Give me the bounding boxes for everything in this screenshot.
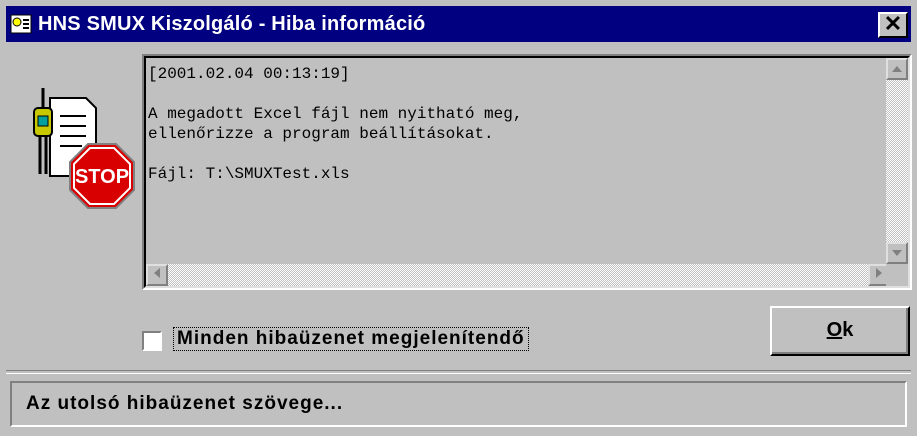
show-all-errors-label[interactable]: Minden hibaüzenet megjelenítendő — [173, 327, 529, 351]
status-bar: Az utolsó hibaüzenet szövege... — [10, 381, 907, 427]
message-line: [2001.02.04 00:13:19] — [148, 65, 350, 83]
arrow-right-icon — [876, 268, 882, 278]
vertical-scrollbar[interactable] — [886, 58, 908, 264]
error-message-textarea[interactable]: [2001.02.04 00:13:19] A megadott Excel fá… — [142, 54, 912, 290]
ok-label-rest: k — [842, 319, 854, 341]
stop-sign-icon: STOP — [33, 88, 135, 209]
message-line: ellenőrizze a program beállításokat. — [148, 125, 494, 143]
message-line: A megadott Excel fájl nem nyitható meg, — [148, 105, 523, 123]
message-line — [148, 144, 883, 164]
arrow-down-icon — [892, 250, 902, 256]
close-icon: ✕ — [883, 11, 903, 36]
scroll-corner — [886, 264, 908, 286]
scroll-left-button[interactable] — [146, 264, 168, 286]
error-dialog: HNS SMUX Kiszolgáló - Hiba információ ✕ … — [0, 0, 917, 436]
horizontal-scrollbar[interactable] — [146, 264, 890, 286]
error-message-text: [2001.02.04 00:13:19] A megadott Excel fá… — [148, 64, 883, 252]
svg-text:STOP: STOP — [75, 166, 129, 188]
window-title: HNS SMUX Kiszolgáló - Hiba információ — [38, 13, 426, 35]
app-icon — [10, 14, 32, 34]
message-line: Fájl: T:\SMUXTest.xls — [148, 165, 350, 183]
title-bar[interactable]: HNS SMUX Kiszolgáló - Hiba információ ✕ — [6, 6, 911, 42]
message-line — [148, 84, 883, 104]
scroll-up-button[interactable] — [886, 58, 908, 80]
ok-mnemonic: O — [826, 319, 843, 341]
show-all-errors-checkbox[interactable] — [142, 331, 162, 351]
scroll-down-button[interactable] — [886, 242, 908, 264]
separator — [6, 370, 911, 374]
arrow-up-icon — [892, 66, 902, 72]
close-button[interactable]: ✕ — [878, 12, 908, 38]
arrow-left-icon — [154, 268, 160, 278]
ok-button[interactable]: Ok — [770, 306, 910, 356]
status-text: Az utolsó hibaüzenet szövege... — [26, 393, 344, 414]
